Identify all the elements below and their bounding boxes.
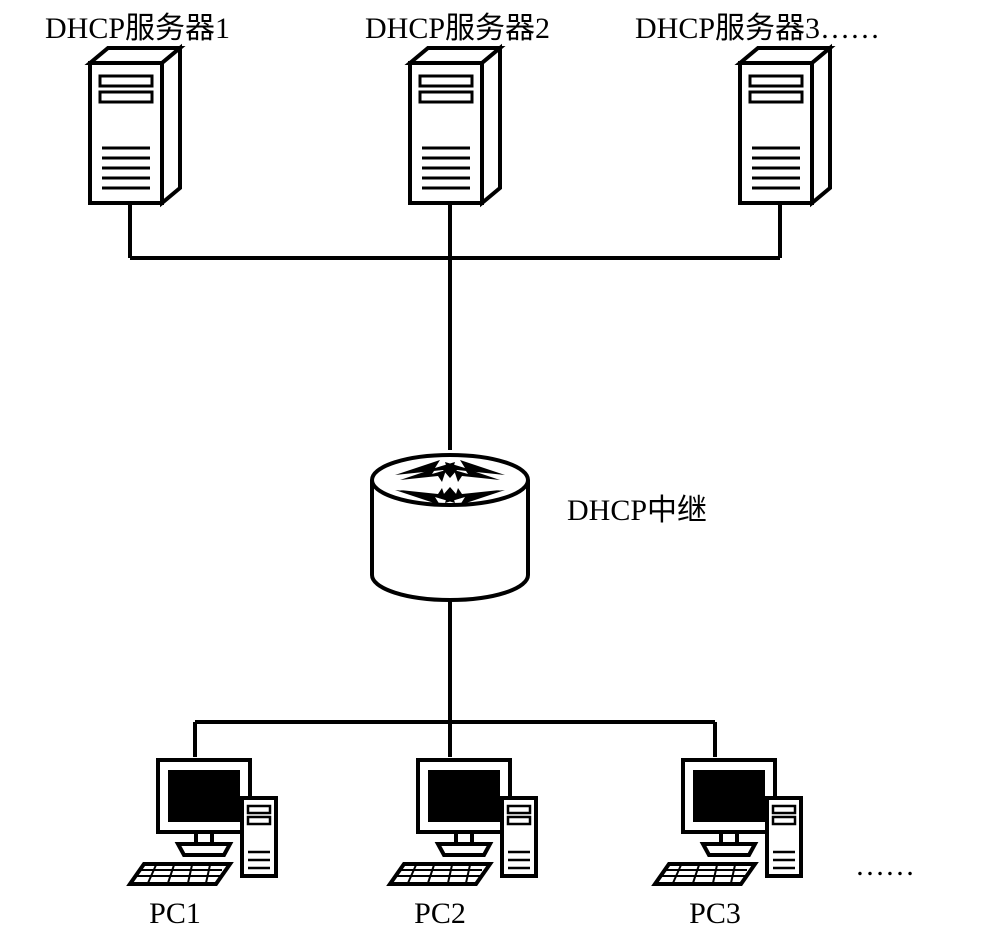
relay-router-icon — [372, 455, 528, 600]
network-diagram: DHCP服务器1 DHCP服务器2 DHCP服务器3…… — [0, 0, 1000, 936]
pc-label: PC3 — [689, 897, 741, 930]
server-icon — [410, 48, 500, 203]
server-icon — [740, 48, 830, 203]
server-label: DHCP服务器1 — [45, 12, 230, 45]
pc-icon — [655, 760, 801, 884]
servers-row: DHCP服务器1 DHCP服务器2 DHCP服务器3…… — [45, 12, 880, 203]
pc-icon — [130, 760, 276, 884]
server-label: DHCP服务器3…… — [635, 12, 880, 45]
server-icon — [90, 48, 180, 203]
pc-label: PC2 — [414, 897, 466, 930]
server-label: DHCP服务器2 — [365, 12, 550, 45]
relay-label: DHCP中继 — [567, 494, 707, 527]
pc-icon — [390, 760, 536, 884]
clients-ellipsis: …… — [855, 849, 915, 882]
pc-label: PC1 — [149, 897, 201, 930]
clients-row: PC1 PC2 PC3 …… — [130, 760, 915, 930]
